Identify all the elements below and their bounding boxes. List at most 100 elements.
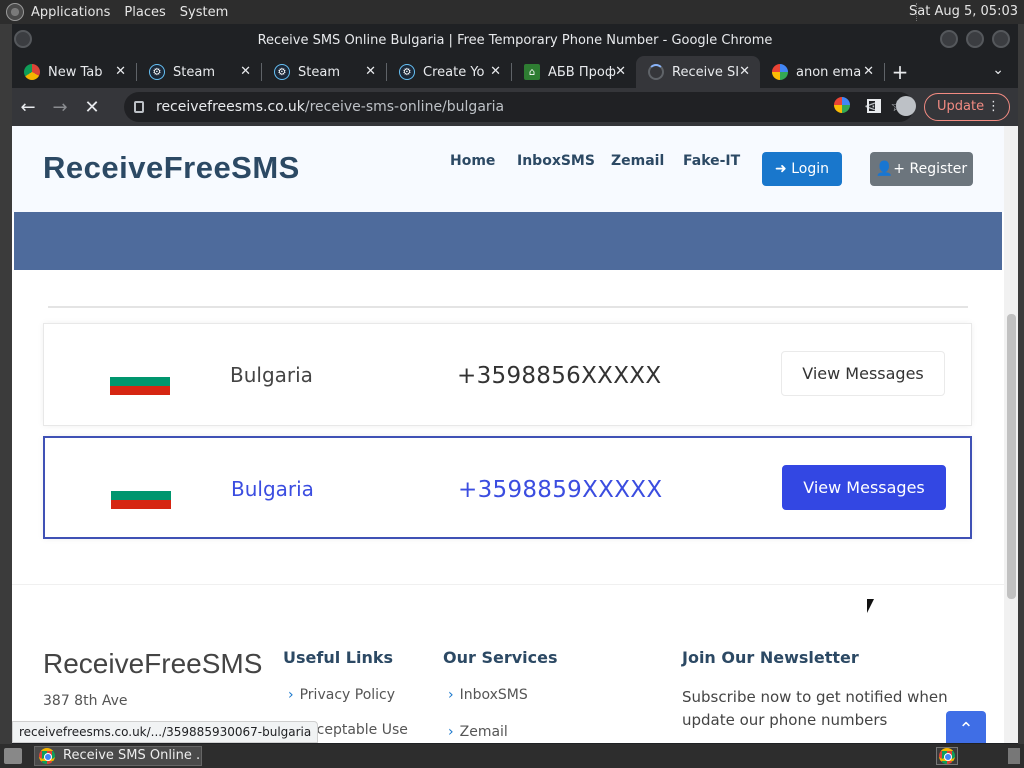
chrome-icon — [39, 748, 55, 764]
minimize-icon[interactable] — [940, 30, 958, 48]
footer-service-zemail[interactable]: › Zemail — [448, 724, 508, 740]
phone-number: +3598859XXXXX — [458, 477, 663, 503]
chrome-icon — [939, 748, 955, 764]
new-tab-button[interactable]: + — [885, 60, 915, 84]
places-menu[interactable]: Places — [117, 5, 172, 20]
newsletter-heading: Join Our Newsletter — [682, 648, 859, 667]
close-tab-icon[interactable]: ✕ — [739, 64, 750, 79]
menu-dots-icon[interactable]: ⋮ — [987, 94, 1000, 120]
window-title: Receive SMS Online Bulgaria | Free Tempo… — [257, 33, 773, 48]
chevron-right-icon: › — [448, 687, 454, 703]
address-bar[interactable]: receivefreesms.co.uk/receive-sms-online/… — [124, 92, 914, 122]
our-services-heading: Our Services — [443, 648, 558, 667]
footer-brand: ReceiveFreeSMS — [43, 648, 263, 679]
tab-title: Steam — [298, 64, 340, 80]
mouse-cursor-icon — [867, 599, 874, 613]
profile-avatar-icon[interactable] — [896, 96, 916, 116]
bulgaria-flag-icon — [110, 368, 170, 395]
tab-receive-sms[interactable]: Receive SI ✕ — [636, 56, 760, 88]
nav-zemail[interactable]: Zemail — [611, 153, 664, 169]
footer-link-label: Zemail — [459, 724, 508, 740]
nav-fake-it[interactable]: Fake-IT — [683, 153, 740, 169]
tab-steam-2[interactable]: ⚙ Steam ✕ — [262, 56, 386, 88]
close-tab-icon[interactable]: ✕ — [365, 64, 376, 79]
window-titlebar[interactable]: Receive SMS Online Bulgaria | Free Tempo… — [12, 24, 1018, 56]
google-lens-icon[interactable] — [833, 97, 850, 113]
view-messages-button[interactable]: View Messages — [782, 465, 946, 510]
chevron-right-icon: › — [448, 724, 454, 740]
top-panel: Applications Places System Sat Aug 5, 05… — [0, 0, 1024, 24]
steam-icon: ⚙ — [274, 64, 290, 80]
chevron-right-icon: › — [288, 687, 294, 703]
site-footer: ReceiveFreeSMS 387 8th Ave Useful Links … — [12, 584, 1004, 743]
trash-icon[interactable] — [1008, 748, 1020, 764]
close-window-icon[interactable] — [992, 30, 1010, 48]
tab-new-tab[interactable]: New Tab ✕ — [12, 56, 136, 88]
page-scrollbar[interactable] — [1004, 126, 1018, 743]
tab-title: Receive SI — [672, 64, 740, 80]
forward-arrow-icon[interactable]: → — [44, 97, 76, 118]
site-logo[interactable]: ReceiveFreeSMS — [43, 150, 300, 186]
steam-icon: ⚙ — [149, 64, 165, 80]
chrome-icon — [24, 64, 40, 80]
footer-link-label: InboxSMS — [459, 687, 528, 703]
steam-icon: ⚙ — [399, 64, 415, 80]
nav-inboxsms[interactable]: InboxSMS — [517, 153, 595, 169]
newsletter-text: Subscribe now to get notified when updat… — [682, 688, 948, 729]
tab-search-chevron-icon[interactable]: ⌄ — [992, 62, 1004, 78]
view-messages-button[interactable]: View Messages — [781, 351, 945, 396]
back-arrow-icon[interactable]: ← — [12, 97, 44, 118]
workspace-switcher[interactable] — [936, 747, 958, 765]
site-header: ReceiveFreeSMS Home InboxSMS Zemail Fake… — [12, 126, 1004, 212]
scrollbar-thumb[interactable] — [1007, 314, 1016, 599]
update-button[interactable]: Update ⋮ — [924, 93, 1010, 121]
taskbar-window-label: Receive SMS Online ... — [63, 748, 202, 763]
back-to-top-button[interactable]: ⌃ — [946, 711, 986, 743]
footer-address: 387 8th Ave — [43, 693, 128, 709]
tab-anon-email[interactable]: anon ema ✕ — [760, 56, 884, 88]
register-label: Register — [909, 161, 968, 177]
show-desktop-icon[interactable] — [4, 748, 22, 764]
close-tab-icon[interactable]: ✕ — [615, 64, 626, 79]
number-card[interactable]: Bulgaria +3598856XXXXX View Messages — [43, 323, 972, 426]
window-menu-icon[interactable] — [14, 30, 32, 48]
tab-title: anon ema — [796, 64, 862, 80]
house-icon: ⌂ — [524, 64, 540, 80]
chrome-window: Receive SMS Online Bulgaria | Free Tempo… — [12, 24, 1018, 744]
arrow-up-icon: ⌃ — [958, 719, 974, 740]
user-plus-icon: 👤+ — [875, 161, 910, 177]
phone-number: +3598856XXXXX — [457, 363, 662, 389]
clock[interactable]: Sat Aug 5, 05:03 — [909, 4, 1018, 19]
sign-in-icon: ➜ — [775, 161, 792, 177]
lock-icon[interactable] — [134, 101, 144, 113]
login-button[interactable]: ➜ Login — [762, 152, 842, 186]
footer-link-privacy[interactable]: › Privacy Policy — [288, 687, 395, 703]
section-divider — [48, 306, 968, 308]
register-button[interactable]: 👤+ Register — [870, 152, 973, 186]
tab-create[interactable]: ⚙ Create Yo ✕ — [387, 56, 511, 88]
close-tab-icon[interactable]: ✕ — [863, 64, 874, 79]
country-name: Bulgaria — [231, 477, 314, 501]
footer-service-inboxsms[interactable]: › InboxSMS — [448, 687, 528, 703]
tab-abv[interactable]: ⌂ АБВ Проф ✕ — [512, 56, 636, 88]
number-card-hovered[interactable]: Bulgaria +3598859XXXXX View Messages — [43, 436, 972, 539]
loading-icon — [648, 64, 664, 80]
tab-title: Create Yo — [423, 64, 485, 80]
nav-home[interactable]: Home — [450, 153, 495, 169]
page-viewport: ReceiveFreeSMS Home InboxSMS Zemail Fake… — [12, 126, 1018, 743]
tab-title: New Tab — [48, 64, 103, 80]
maximize-icon[interactable] — [966, 30, 984, 48]
close-tab-icon[interactable]: ✕ — [240, 64, 251, 79]
tab-title: АБВ Проф — [548, 64, 616, 80]
taskbar-chrome-window[interactable]: Receive SMS Online ... — [34, 746, 202, 766]
url-path: /receive-sms-online/bulgaria — [304, 99, 505, 115]
close-tab-icon[interactable]: ✕ — [115, 64, 126, 79]
applications-menu[interactable]: Applications — [24, 5, 117, 20]
stop-loading-icon[interactable]: ✕ — [76, 97, 108, 118]
tab-steam[interactable]: ⚙ Steam ✕ — [137, 56, 261, 88]
system-menu[interactable]: System — [173, 5, 235, 20]
applications-menu-icon[interactable] — [6, 3, 24, 21]
side-panel-icon[interactable] — [867, 99, 881, 113]
close-tab-icon[interactable]: ✕ — [490, 64, 501, 79]
update-label: Update — [937, 99, 985, 114]
